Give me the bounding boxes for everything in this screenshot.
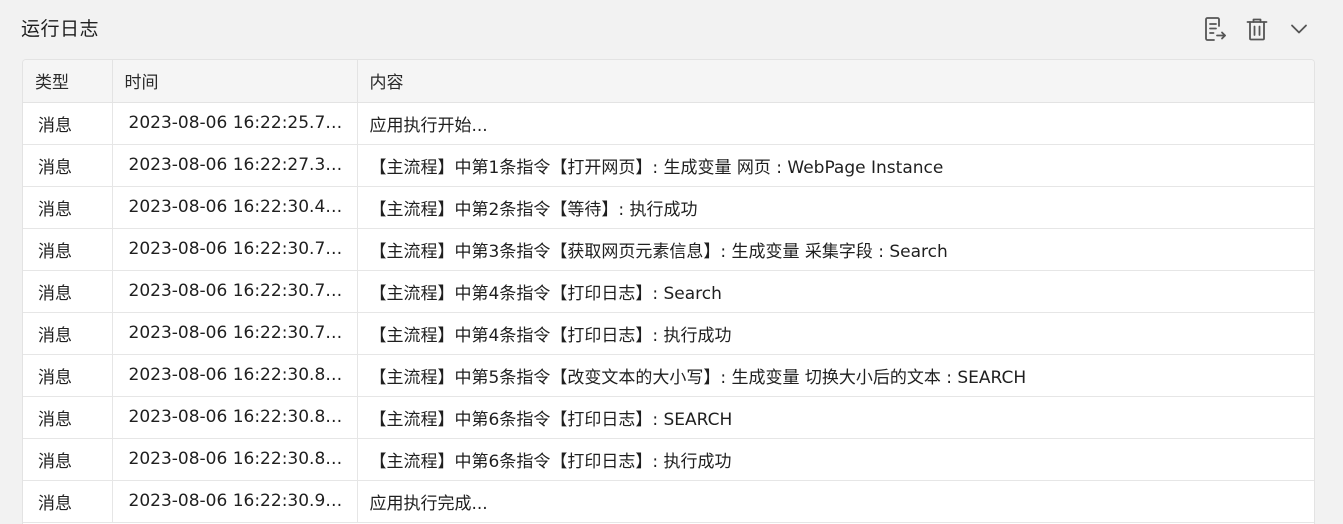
- log-time-cell: 2023-08-06 16:22:30.769: [112, 270, 358, 313]
- log-time-cell: 2023-08-06 16:22:30.888: [112, 396, 358, 439]
- log-type-cell: 消息: [23, 312, 113, 355]
- column-header-time[interactable]: 时间: [112, 60, 358, 103]
- log-time-cell: 2023-08-06 16:22:30.907: [112, 480, 358, 523]
- log-time-cell: 2023-08-06 16:22:30.730: [112, 228, 358, 271]
- log-content-cell: 【主流程】中第3条指令【获取网页元素信息】: 生成变量 采集字段 : Searc…: [357, 228, 1314, 271]
- log-table-header: 类型 时间 内容: [23, 60, 1314, 103]
- log-table: 类型 时间 内容 消息 2023-08-06 16:22:25.740 应用执行开始…: [23, 60, 1314, 523]
- log-type-cell: 消息: [23, 144, 113, 187]
- log-time-cell: 2023-08-06 16:22:30.848: [112, 354, 358, 397]
- table-row[interactable]: 消息 2023-08-06 16:22:30.769 【主流程】中第4条指令【打印日…: [23, 270, 1314, 313]
- log-time-cell: 2023-08-06 16:22:30.888: [112, 438, 358, 481]
- run-log-panel: 运行日志 类型 时间 内容 消息 2023-08-06 16:22:25.740…: [0, 0, 1343, 524]
- panel-header: 运行日志: [0, 0, 1343, 58]
- chevron-down-icon: [1291, 24, 1307, 34]
- export-log-button[interactable]: [1201, 15, 1229, 43]
- log-type-cell: 消息: [23, 438, 113, 481]
- log-content-cell: 【主流程】中第4条指令【打印日志】: 执行成功: [357, 312, 1314, 355]
- log-table-container[interactable]: 类型 时间 内容 消息 2023-08-06 16:22:25.740 应用执行开始…: [22, 59, 1315, 524]
- column-header-content[interactable]: 内容: [357, 60, 1314, 103]
- table-row[interactable]: 消息 2023-08-06 16:22:30.907 应用执行完成...: [23, 480, 1314, 523]
- table-row[interactable]: 消息 2023-08-06 16:22:27.375 【主流程】中第1条指令【打开网…: [23, 144, 1314, 187]
- table-row[interactable]: 消息 2023-08-06 16:22:30.730 【主流程】中第3条指令【获取网…: [23, 228, 1314, 271]
- trash-icon: [1246, 18, 1268, 41]
- log-content-cell: 【主流程】中第6条指令【打印日志】: SEARCH: [357, 396, 1314, 439]
- log-type-cell: 消息: [23, 354, 113, 397]
- log-time-cell: 2023-08-06 16:22:30.411: [112, 186, 358, 229]
- table-row[interactable]: 消息 2023-08-06 16:22:30.771 【主流程】中第4条指令【打印日…: [23, 312, 1314, 355]
- table-row[interactable]: 消息 2023-08-06 16:22:30.888 【主流程】中第6条指令【打印日…: [23, 438, 1314, 481]
- log-type-cell: 消息: [23, 228, 113, 271]
- log-time-cell: 2023-08-06 16:22:25.740: [112, 102, 358, 145]
- log-content-cell: 应用执行完成...: [357, 480, 1314, 523]
- export-log-icon: [1205, 17, 1226, 41]
- table-row[interactable]: 消息 2023-08-06 16:22:30.848 【主流程】中第5条指令【改变文…: [23, 354, 1314, 397]
- log-table-body: 消息 2023-08-06 16:22:25.740 应用执行开始... 消息 2023…: [23, 102, 1314, 523]
- log-content-cell: 【主流程】中第6条指令【打印日志】: 执行成功: [357, 438, 1314, 481]
- log-content-cell: 应用执行开始...: [357, 102, 1314, 145]
- log-type-cell: 消息: [23, 396, 113, 439]
- table-row[interactable]: 消息 2023-08-06 16:22:25.740 应用执行开始...: [23, 102, 1314, 145]
- column-header-type[interactable]: 类型: [23, 60, 113, 103]
- log-content-cell: 【主流程】中第4条指令【打印日志】: Search: [357, 270, 1314, 313]
- table-row[interactable]: 消息 2023-08-06 16:22:30.888 【主流程】中第6条指令【打印日…: [23, 396, 1314, 439]
- log-type-cell: 消息: [23, 186, 113, 229]
- log-time-cell: 2023-08-06 16:22:30.771: [112, 312, 358, 355]
- log-content-cell: 【主流程】中第1条指令【打开网页】: 生成变量 网页 : WebPage Ins…: [357, 144, 1314, 187]
- panel-title: 运行日志: [21, 18, 100, 40]
- collapse-panel-button[interactable]: [1285, 15, 1313, 43]
- log-type-cell: 消息: [23, 102, 113, 145]
- log-time-cell: 2023-08-06 16:22:27.375: [112, 144, 358, 187]
- log-content-cell: 【主流程】中第5条指令【改变文本的大小写】: 生成变量 切换大小后的文本 : S…: [357, 354, 1314, 397]
- log-type-cell: 消息: [23, 480, 113, 523]
- panel-toolbar: [1201, 14, 1313, 44]
- delete-log-button[interactable]: [1243, 15, 1271, 43]
- table-row[interactable]: 消息 2023-08-06 16:22:30.411 【主流程】中第2条指令【等待】…: [23, 186, 1314, 229]
- log-content-cell: 【主流程】中第2条指令【等待】: 执行成功: [357, 186, 1314, 229]
- log-type-cell: 消息: [23, 270, 113, 313]
